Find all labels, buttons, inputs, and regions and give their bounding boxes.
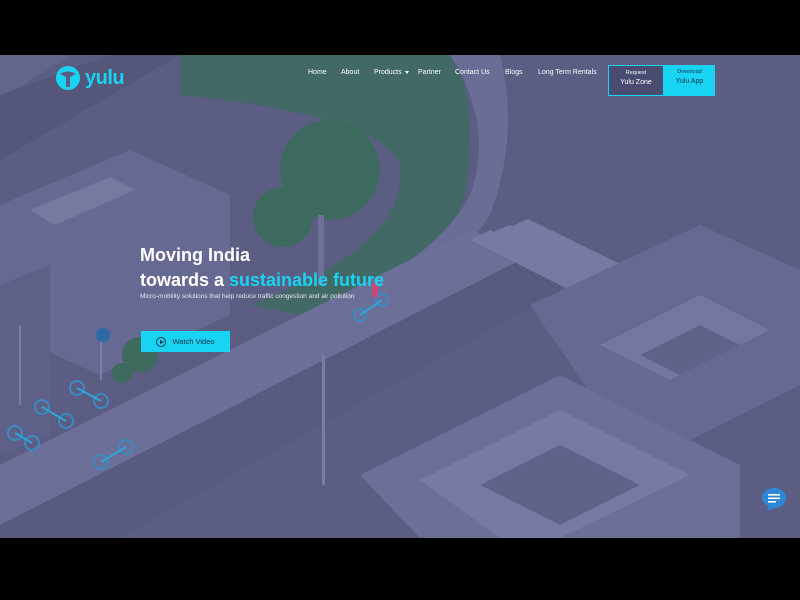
hero-title-line2-prefix: towards a — [140, 270, 230, 290]
download-label: Download — [677, 69, 702, 75]
hero-title-line1: Moving India — [140, 245, 250, 265]
nav-item-long-term-rentals[interactable]: Long Term Rentals — [538, 69, 597, 76]
request-yulu-zone-button[interactable]: Request Yulu Zone — [608, 65, 664, 96]
hero-title-accent: sustainable future — [229, 270, 385, 290]
yulu-app-label: Yulu App — [675, 78, 704, 85]
city-illustration — [0, 55, 800, 538]
nav-item-about[interactable]: About — [341, 69, 359, 76]
request-label: Request — [625, 70, 647, 76]
nav-item-home[interactable]: Home — [308, 69, 327, 76]
nav-item-products[interactable]: Products — [374, 69, 409, 76]
letterbox-bottom — [0, 538, 800, 600]
play-icon — [156, 336, 167, 347]
brand-name: yulu — [85, 66, 125, 89]
nav-item-partner[interactable]: Partner — [418, 69, 441, 76]
yulu-logo[interactable]: yulu — [55, 65, 125, 91]
nav-item-contact-us[interactable]: Contact Us — [455, 69, 490, 76]
nav-item-blogs[interactable]: Blogs — [505, 69, 523, 76]
yulu-logo-icon — [56, 66, 80, 90]
hero-section: yulu Home About Products Partner Contact… — [0, 55, 800, 538]
download-yulu-app-button[interactable]: Download Yulu App — [664, 65, 715, 96]
watch-video-button[interactable]: Watch Video — [141, 331, 230, 352]
chevron-down-icon — [404, 70, 409, 74]
nav-item-products-label: Products — [374, 69, 402, 76]
hero-subtitle: Micro-mobility solutions that help reduc… — [140, 293, 355, 300]
watch-video-label: Watch Video — [172, 337, 215, 346]
hero-title: Moving India towards a sustainable futur… — [140, 243, 440, 293]
chat-icon[interactable] — [760, 486, 788, 512]
letterbox-top — [0, 0, 800, 55]
yulu-zone-label: Yulu Zone — [620, 79, 652, 86]
